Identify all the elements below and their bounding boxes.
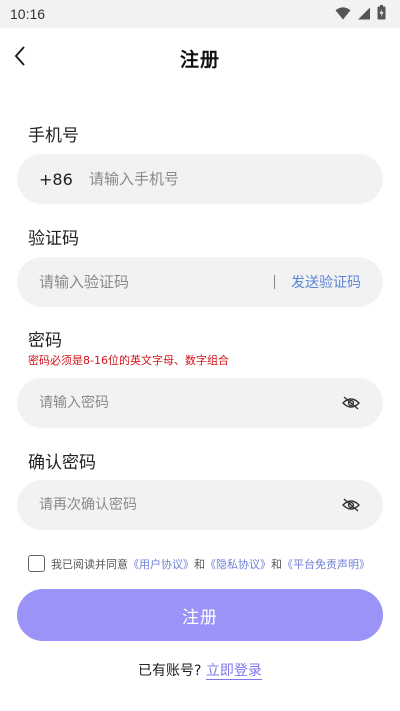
code-input[interactable] [39, 273, 266, 291]
battery-icon [377, 4, 386, 24]
password-field [17, 378, 383, 428]
header: 注册 [0, 30, 400, 86]
eye-hidden-icon[interactable] [339, 493, 363, 517]
status-bar: 10:16 [0, 0, 400, 28]
login-prompt: 已有账号? [138, 663, 202, 679]
eye-hidden-icon[interactable] [339, 391, 363, 415]
agreement-and: 和 [271, 557, 282, 571]
password-hint: 密码必须是8-16位的英文字母、数字组合 [28, 354, 229, 367]
login-link[interactable]: 立即登录 [206, 663, 262, 679]
page-title: 注册 [179, 48, 220, 71]
agreement-and: 和 [194, 557, 205, 571]
confirm-password-label: 确认密码 [28, 453, 96, 473]
code-field: 发送验证码 [17, 257, 383, 307]
phone-field: +86 [17, 154, 383, 204]
phone-input[interactable] [89, 170, 383, 188]
back-button[interactable] [4, 42, 36, 74]
disclaimer-link[interactable]: 《平台免责声明》 [282, 556, 370, 572]
user-agreement-link[interactable]: 《用户协议》 [128, 556, 194, 572]
phone-label: 手机号 [28, 126, 79, 146]
country-code[interactable]: +86 [39, 170, 89, 189]
code-label: 验证码 [28, 229, 79, 249]
cellular-signal-icon [357, 5, 371, 24]
login-row: 已有账号? 立即登录 [0, 660, 400, 680]
password-input[interactable] [39, 395, 339, 411]
password-label: 密码 [28, 331, 62, 351]
privacy-agreement-link[interactable]: 《隐私协议》 [205, 556, 271, 572]
register-button[interactable]: 注册 [17, 589, 383, 641]
confirm-password-input[interactable] [39, 497, 339, 513]
send-code-button[interactable]: 发送验证码 [291, 272, 361, 292]
field-divider [274, 275, 275, 289]
status-icons [335, 4, 386, 24]
confirm-password-field [17, 480, 383, 530]
wifi-icon [335, 5, 351, 24]
agreement-prefix: 我已阅读并同意 [51, 557, 128, 571]
agreement-row: 我已阅读并同意 《用户协议》 和 《隐私协议》 和 《平台免责声明》 [28, 555, 370, 572]
status-time: 10:16 [10, 6, 46, 22]
chevron-left-icon [13, 45, 27, 71]
agreement-checkbox[interactable] [28, 555, 45, 572]
